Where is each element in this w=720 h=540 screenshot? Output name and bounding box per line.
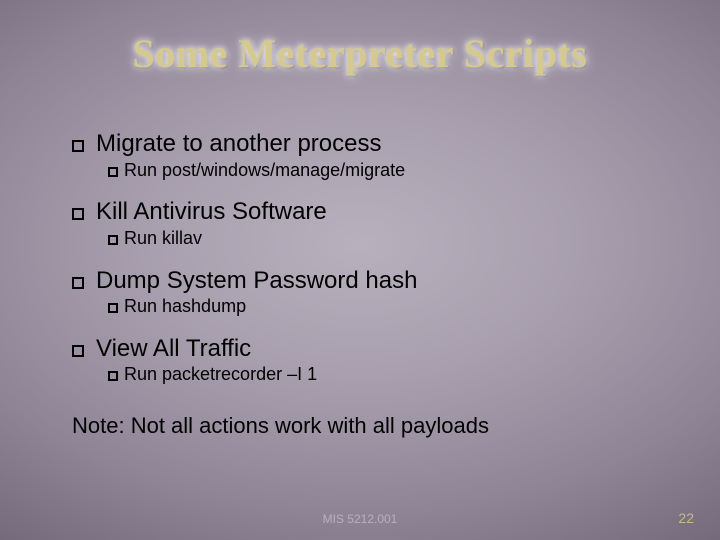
bullet-subtext: Run killav: [124, 228, 202, 248]
bullet-subtext: Run packetrecorder –I 1: [124, 364, 317, 384]
bullet-subtext: Run hashdump: [124, 296, 246, 316]
square-bullet-icon: [72, 277, 84, 289]
footer-course: MIS 5212.001: [0, 512, 720, 526]
content-area: Migrate to another process Run post/wind…: [72, 130, 660, 439]
bullet-level2: Run hashdump: [108, 296, 660, 317]
bullet-text: Migrate to another process: [96, 130, 381, 157]
bullet-text: Dump System Password hash: [96, 267, 417, 294]
slide-title: Some Meterpreter Scripts: [0, 30, 720, 77]
square-bullet-icon: [72, 345, 84, 357]
bullet-level2: Run post/windows/manage/migrate: [108, 160, 660, 181]
square-bullet-icon: [72, 208, 84, 220]
bullet-text: Kill Antivirus Software: [96, 198, 327, 225]
square-bullet-icon: [108, 303, 118, 313]
square-bullet-icon: [108, 371, 118, 381]
footer-page-number: 22: [678, 510, 694, 526]
square-bullet-icon: [72, 140, 84, 152]
square-bullet-icon: [108, 235, 118, 245]
bullet-level1: View All Traffic: [72, 335, 660, 363]
bullet-text: View All Traffic: [96, 335, 251, 362]
slide: Some Meterpreter Scripts Migrate to anot…: [0, 0, 720, 540]
bullet-level1: Kill Antivirus Software: [72, 198, 660, 226]
bullet-level1: Migrate to another process: [72, 130, 660, 158]
bullet-level2: Run packetrecorder –I 1: [108, 364, 660, 385]
bullet-level1: Dump System Password hash: [72, 267, 660, 295]
note-text: Note: Not all actions work with all payl…: [72, 413, 660, 439]
bullet-level2: Run killav: [108, 228, 660, 249]
square-bullet-icon: [108, 167, 118, 177]
bullet-subtext: Run post/windows/manage/migrate: [124, 160, 405, 180]
